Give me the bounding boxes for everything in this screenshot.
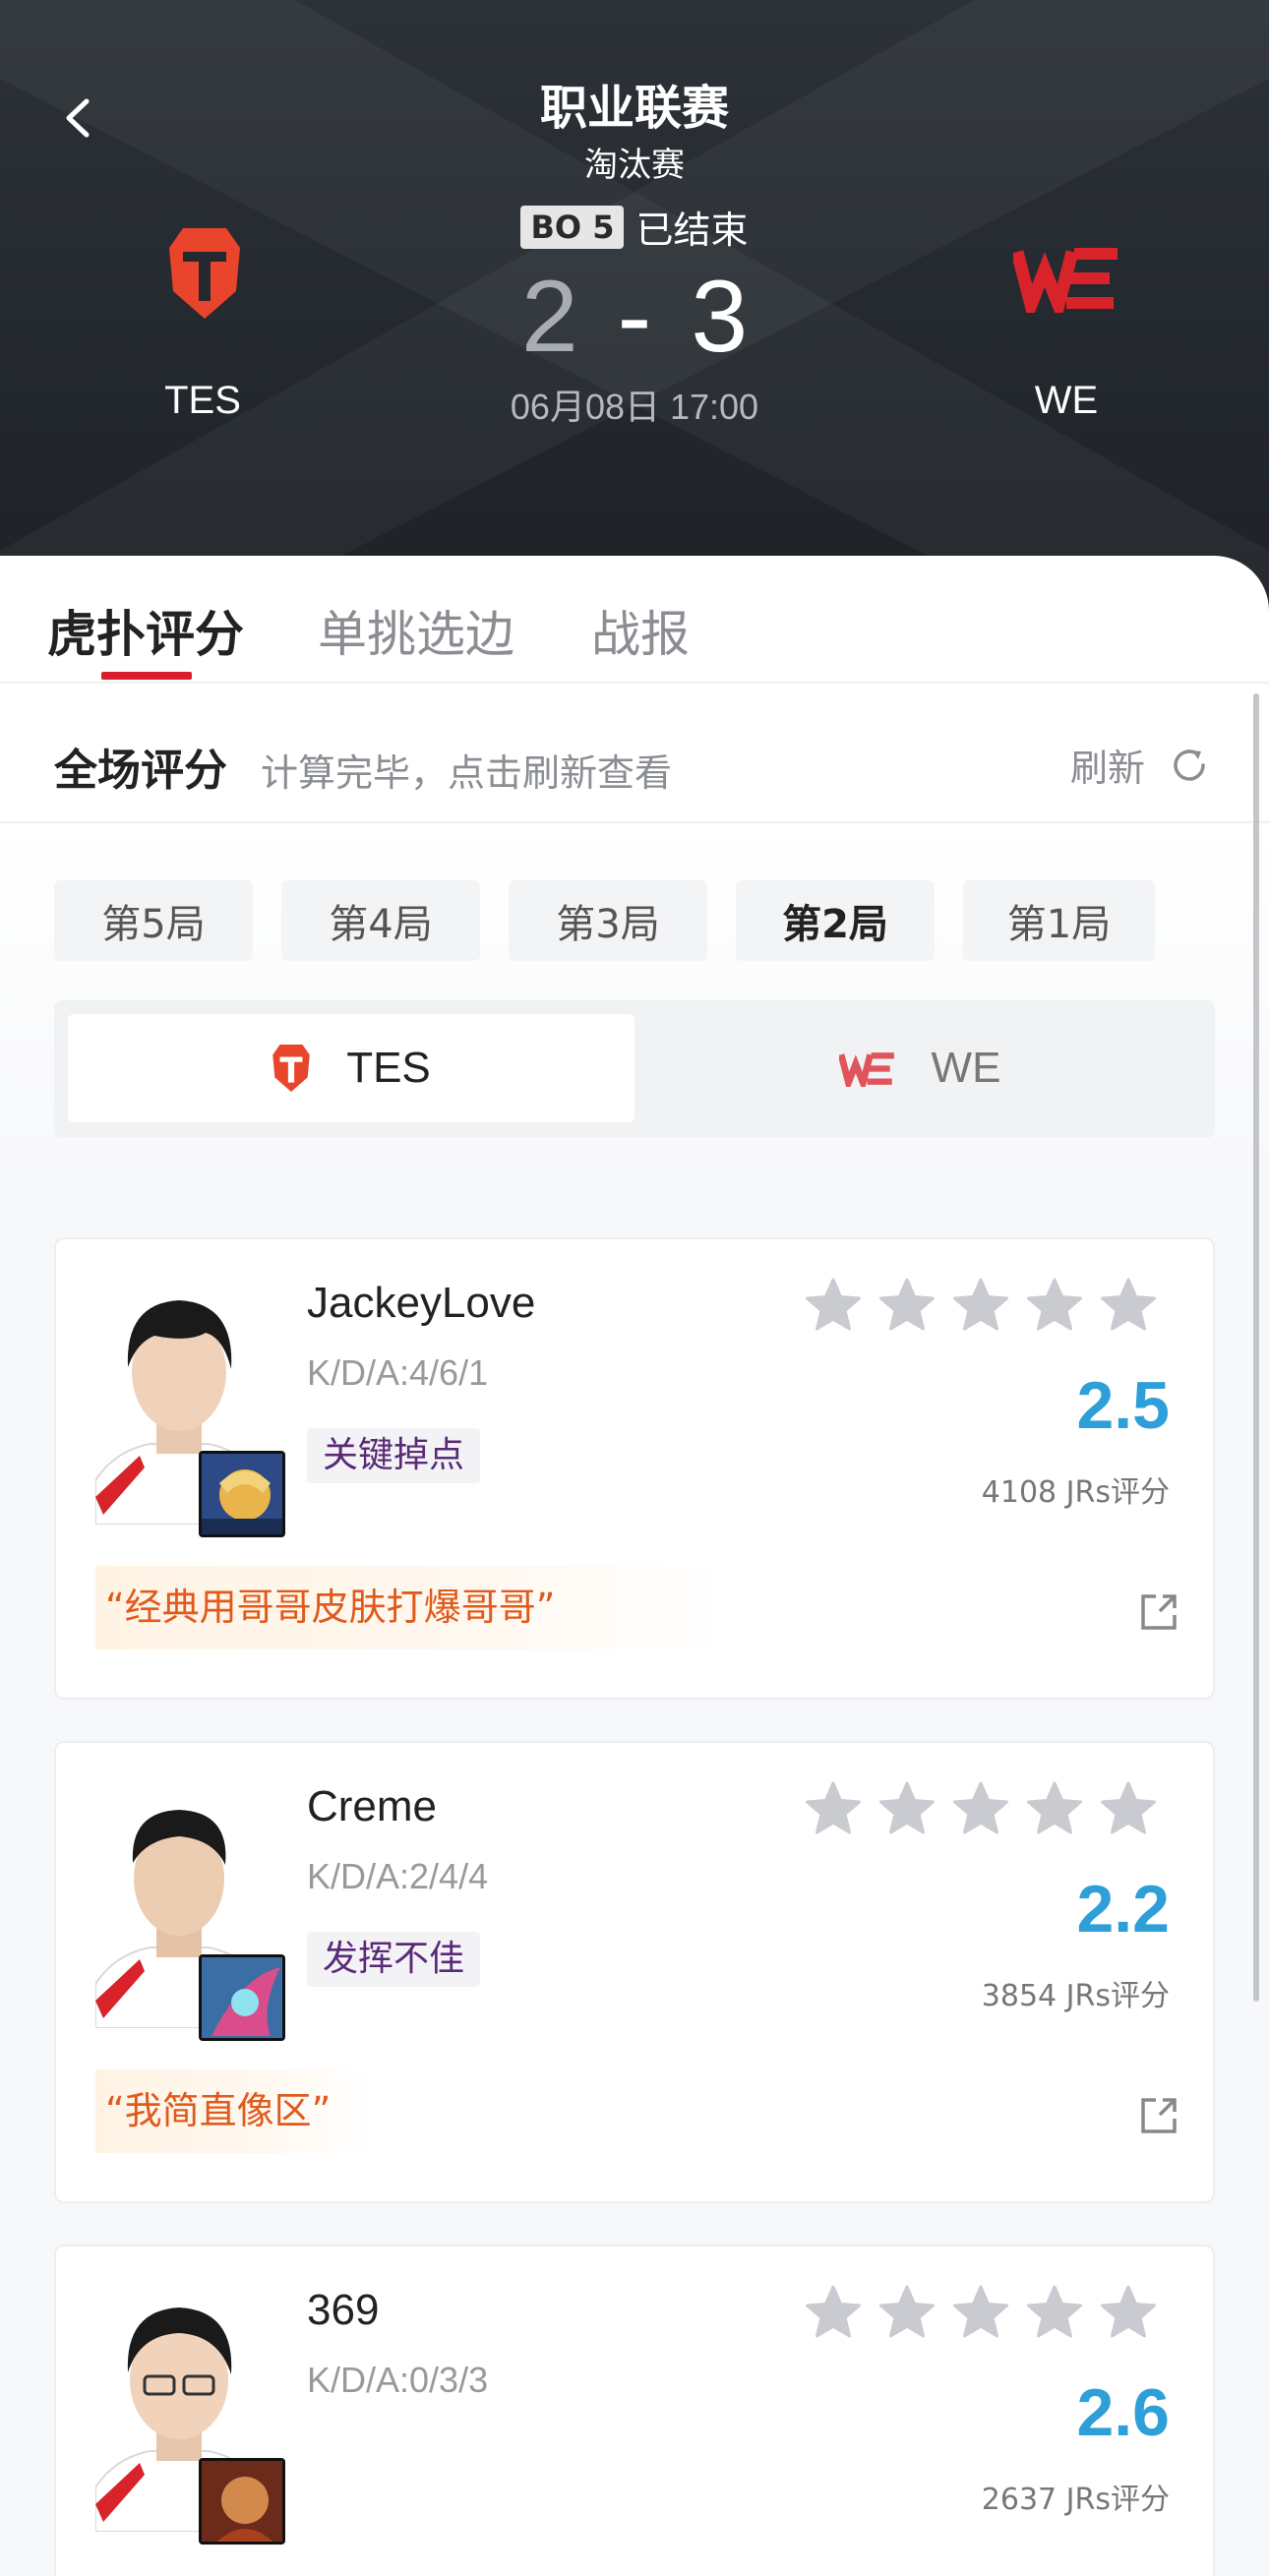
match-header: 职业联赛 淘汰赛 BO 5 已结束 2 - 3 06月08日 17:00 TES… xyxy=(0,0,1269,610)
star-icon[interactable] xyxy=(1025,1277,1084,1334)
player-kda: K/D/A:4/6/1 xyxy=(307,1352,489,1393)
tab-bar: 虎扑评分 单挑选边 战报 xyxy=(0,556,1269,684)
player-name: JackeyLove xyxy=(307,1279,536,1327)
status-text: 已结束 xyxy=(635,209,749,252)
player-rating: 2.5 xyxy=(1076,1368,1170,1443)
star-icon[interactable] xyxy=(1025,1780,1084,1837)
game-tab-4[interactable]: 第4局 xyxy=(281,880,480,961)
rating-votes: 4108 JRs评分 xyxy=(981,1475,1170,1510)
player-name: 369 xyxy=(307,2286,380,2334)
we-logo xyxy=(838,1051,894,1087)
stage-label: 淘汰赛 xyxy=(584,146,685,185)
we-logo[interactable] xyxy=(1013,244,1121,313)
top-comment[interactable]: “我简直像区” xyxy=(95,2069,371,2153)
star-icon[interactable] xyxy=(877,1277,937,1334)
refresh-button[interactable]: 刷新 xyxy=(1070,738,1208,792)
active-tab-indicator xyxy=(101,672,192,680)
player-rating: 2.2 xyxy=(1076,1872,1170,1947)
player-kda: K/D/A:2/4/4 xyxy=(307,1856,489,1896)
star-icon[interactable] xyxy=(1099,1277,1158,1334)
tab-hupu-rating[interactable]: 虎扑评分 xyxy=(47,595,244,666)
star-icon[interactable] xyxy=(1099,2284,1158,2341)
team-right-name[interactable]: WE xyxy=(968,379,1165,423)
player-tag: 发挥不佳 xyxy=(307,1932,481,1987)
star-icon[interactable] xyxy=(951,2284,1010,2341)
scrollbar[interactable] xyxy=(1253,693,1259,2002)
team-switch-tes[interactable]: TES xyxy=(68,1014,634,1122)
team-switch: TES WE xyxy=(54,1000,1215,1138)
game-tab-3[interactable]: 第3局 xyxy=(509,880,707,961)
overall-rating-header: 全场评分 计算完毕，点击刷新查看 刷新 xyxy=(0,684,1269,823)
score-left: 2 xyxy=(520,260,578,374)
player-card-369[interactable]: 369 K/D/A:0/3/3 2.6 2637 JRs评分 xyxy=(54,2245,1215,2576)
score-right: 3 xyxy=(691,260,749,374)
rating-stars[interactable] xyxy=(804,1277,1158,1334)
player-kda: K/D/A:0/3/3 xyxy=(307,2360,489,2400)
player-name: Creme xyxy=(307,1782,438,1830)
rating-votes: 3854 JRs评分 xyxy=(981,1979,1170,2013)
player-tag: 关键掉点 xyxy=(307,1428,481,1483)
star-icon[interactable] xyxy=(877,2284,937,2341)
star-icon[interactable] xyxy=(877,1780,937,1837)
rating-stars[interactable] xyxy=(804,2284,1158,2341)
star-icon[interactable] xyxy=(1099,1780,1158,1837)
team-switch-we[interactable]: WE xyxy=(636,1014,1203,1122)
share-icon[interactable] xyxy=(1138,1591,1179,1633)
star-icon[interactable] xyxy=(951,1277,1010,1334)
overall-rating-title: 全场评分 xyxy=(54,746,227,796)
player-card-jackeylove[interactable]: JackeyLove K/D/A:4/6/1 关键掉点 2.5 4108 JRs… xyxy=(54,1237,1215,1700)
tes-logo[interactable] xyxy=(167,226,242,321)
champion-icon xyxy=(199,1954,285,2041)
game-tab-2[interactable]: 第2局 xyxy=(736,880,935,961)
overall-rating-subtitle: 计算完毕，点击刷新查看 xyxy=(261,751,673,795)
star-icon[interactable] xyxy=(951,1780,1010,1837)
team-switch-label: WE xyxy=(931,1044,1001,1092)
champion-icon xyxy=(199,2458,285,2545)
star-icon[interactable] xyxy=(804,1277,863,1334)
game-selector: 第5局 第4局 第3局 第2局 第1局 xyxy=(54,880,1155,961)
player-rating: 2.6 xyxy=(1076,2375,1170,2450)
score-separator: - xyxy=(617,260,652,374)
league-title: 职业联赛 xyxy=(539,81,729,136)
game-tab-1[interactable]: 第1局 xyxy=(963,880,1155,961)
game-tab-5[interactable]: 第5局 xyxy=(54,880,253,961)
rating-stars[interactable] xyxy=(804,1780,1158,1837)
refresh-icon xyxy=(1174,749,1205,781)
tab-solo-pick[interactable]: 单挑选边 xyxy=(318,595,514,666)
star-icon[interactable] xyxy=(804,1780,863,1837)
bo-badge: BO 5 xyxy=(520,205,625,249)
share-icon[interactable] xyxy=(1138,2095,1179,2136)
champion-icon xyxy=(199,1451,285,1537)
top-comment[interactable]: “经典用哥哥皮肤打爆哥哥” xyxy=(95,1566,725,1649)
rating-votes: 2637 JRs评分 xyxy=(981,2483,1170,2517)
tab-report[interactable]: 战报 xyxy=(591,595,690,666)
tes-logo xyxy=(272,1045,310,1092)
refresh-label: 刷新 xyxy=(1070,747,1146,790)
star-icon[interactable] xyxy=(804,2284,863,2341)
team-left-name[interactable]: TES xyxy=(104,379,301,423)
player-card-creme[interactable]: Creme K/D/A:2/4/4 发挥不佳 2.2 3854 JRs评分 “我… xyxy=(54,1741,1215,2203)
team-switch-label: TES xyxy=(346,1044,431,1092)
star-icon[interactable] xyxy=(1025,2284,1084,2341)
